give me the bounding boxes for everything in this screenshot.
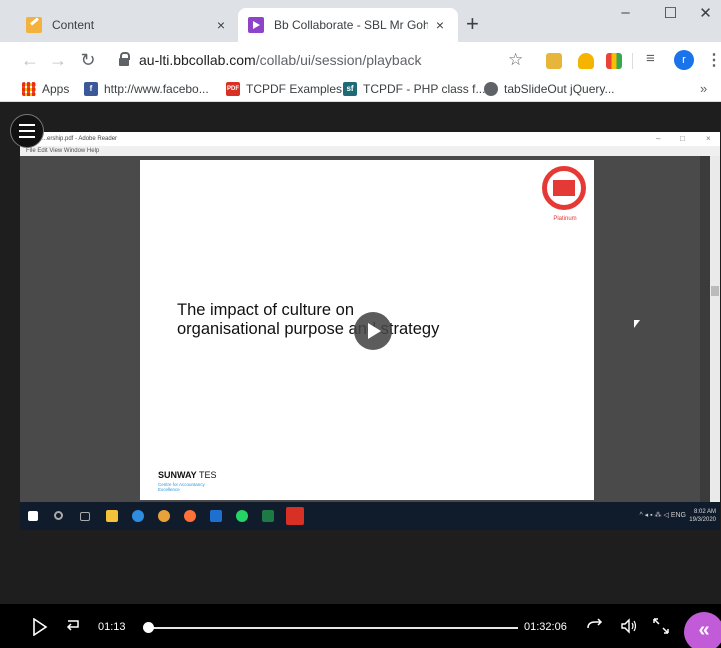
tray-language: ENG [670,512,686,519]
maximize-button[interactable]: ☐ [648,4,693,22]
volume-icon[interactable] [620,618,638,634]
reader-menu-bar: File Edit View Window Help [20,146,720,156]
collaborate-panel-button[interactable]: « [684,612,721,648]
clock-time: 8:02 AM [693,509,716,515]
address-bar[interactable]: au-lti.bbcollab.com/collab/ui/session/pl… [111,46,531,74]
sunway-logo: SUNWAY TES [158,470,217,480]
brand-name: SUNWAY [158,470,197,480]
play-icon[interactable] [32,618,48,636]
chrome-icon [158,510,170,522]
bookmark-facebook[interactable]: f http://www.facebo... [84,82,209,96]
tab-title: Content [52,18,95,32]
bookmark-label: Apps [42,82,70,96]
bookmarks-bar: Apps f http://www.facebo... PDF TCPDF Ex… [0,78,721,102]
progress-track[interactable] [144,627,518,629]
file-explorer-icon [106,510,118,522]
reader-title-bar: ...ership.pdf - Adobe Reader [20,132,720,146]
extension-icon[interactable] [578,53,594,69]
session-menu-button[interactable] [10,114,44,148]
whatsapp-icon [236,510,248,522]
outlook-icon [210,510,222,522]
lock-icon [119,51,130,66]
windows-taskbar: ^ ◂ ▪ ⁂ ◁ ENG 8:02 AM 19/3/2020 [20,502,720,530]
reader-close-icon: × [706,134,711,143]
facebook-icon: f [84,82,98,96]
slide-title: The impact of culture on organisational … [177,301,439,339]
reader-maximize-icon: □ [680,134,685,143]
close-tab-icon[interactable]: × [209,17,233,33]
acrobat-icon [286,507,304,525]
bookmark-tcpdf-examples[interactable]: PDF TCPDF Examples [226,82,342,96]
bookmark-tcpdf-php[interactable]: sf TCPDF - PHP class f... [343,82,485,96]
hamburger-icon [19,136,35,138]
bookmark-label: TCPDF - PHP class f... [363,82,486,96]
system-tray: ^ ◂ ▪ ⁂ ◁ ENG [639,512,686,519]
close-tab-icon[interactable]: × [428,17,452,33]
profile-avatar[interactable]: r [674,50,694,70]
excel-icon [262,510,274,522]
brand-suffix: TES [199,470,217,480]
replay-icon[interactable] [64,618,82,634]
forward-button[interactable]: → [46,48,70,72]
acca-partner-logo: Platinum [538,166,592,232]
url-path: /collab/ui/session/playback [255,52,422,68]
minimize-button[interactable]: – [603,4,648,21]
mouse-cursor-icon [634,320,640,328]
globe-icon [484,82,498,96]
brand-subtitle: Centre for Accountancy Excellence [158,482,205,492]
close-window-button[interactable]: ✕ [690,4,721,22]
content-favicon-icon [26,17,42,33]
playback-controls: 01:13 01:32:06 [0,604,721,648]
media-queue-icon[interactable]: ≡ [646,50,655,67]
center-play-button[interactable] [354,312,392,350]
clock-date: 19/3/2020 [689,517,716,523]
total-duration: 01:32:06 [524,621,567,633]
slide-title-line: The impact of culture on [177,301,355,319]
sf-icon: sf [343,82,357,96]
scroll-thumb [711,286,719,296]
back-button[interactable]: ← [18,48,42,72]
toolbar-divider [632,53,633,69]
tab-content[interactable]: Content × [14,8,239,42]
fullscreen-icon[interactable] [652,617,670,635]
bookmark-label: tabSlideOut jQuery... [504,82,615,96]
extension-icon[interactable] [546,53,562,69]
extension-icon[interactable] [606,53,622,69]
tab-bb-collaborate[interactable]: Bb Collaborate - SBL Mr Goh G12 × [238,8,458,42]
tab-title: Bb Collaborate - SBL Mr Goh G12 [274,18,428,32]
hamburger-icon [19,130,35,132]
tab-strip: Content × Bb Collaborate - SBL Mr Goh G1… [0,0,721,42]
bookmark-tabslideout[interactable]: tabSlideOut jQuery... [484,82,615,96]
progress-knob[interactable] [143,622,155,633]
reload-button[interactable]: ↻ [76,48,100,72]
bookmark-apps[interactable]: Apps [22,82,69,96]
search-icon [54,511,63,520]
collaborate-favicon-icon [248,17,264,33]
pdf-icon: PDF [226,82,240,96]
task-view-icon [80,512,90,521]
reader-scrollbar [710,156,720,502]
menu-kebab-icon[interactable]: ⋮ [706,50,721,70]
browser-toolbar: ← → ↻ au-lti.bbcollab.com/collab/ui/sess… [0,42,721,78]
bookmark-label: http://www.facebo... [104,82,209,96]
apps-icon [22,82,36,96]
edge-icon [132,510,144,522]
new-tab-button[interactable]: + [466,13,479,35]
slide-title-line: organisational purpose and strategy [177,320,440,338]
taskbar-clock: 8:02 AM 19/3/2020 [689,508,716,524]
reader-minimize-icon: – [656,134,661,143]
windows-start-icon [28,511,38,521]
hamburger-icon [19,124,35,126]
acca-seal-icon [542,166,586,210]
bookmark-label: TCPDF Examples [246,82,343,96]
current-time: 01:13 [98,621,126,633]
captions-icon[interactable] [586,618,604,634]
url-host: au-lti.bbcollab.com [139,52,256,68]
chevron-left-icon: « [698,619,710,641]
acca-label: Platinum [553,216,577,222]
bookmark-star-icon[interactable]: ☆ [508,51,523,68]
firefox-icon [184,510,196,522]
bookmarks-overflow-button[interactable]: » [700,81,707,96]
